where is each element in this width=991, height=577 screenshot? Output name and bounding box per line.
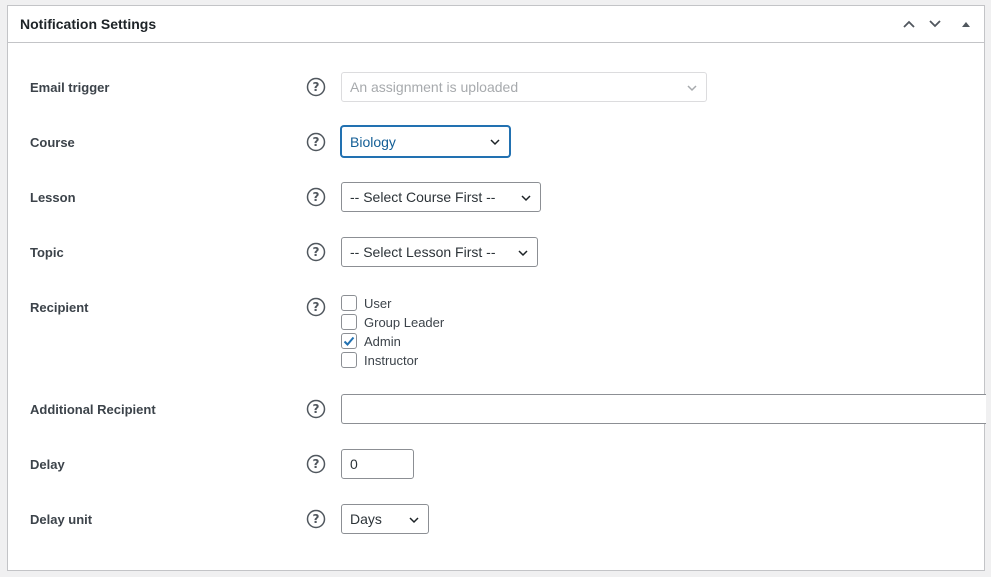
delay-unit-label: Delay unit	[30, 512, 93, 527]
question-circle-icon: ?	[306, 187, 326, 207]
checkbox[interactable]	[341, 333, 357, 349]
lesson-select[interactable]: -- Select Course First --	[341, 182, 541, 212]
email-trigger-row: Email trigger ? An assignment is uploade…	[8, 72, 984, 102]
delay-input[interactable]: 0	[341, 449, 414, 479]
recipient-row: Recipient ? User Group Leader Admin Inst…	[8, 292, 984, 372]
lesson-row: Lesson ? -- Select Course First --	[8, 182, 984, 212]
additional-recipient-row: Additional Recipient ?	[8, 394, 986, 424]
help-icon[interactable]: ?	[306, 509, 326, 529]
topic-value: -- Select Lesson First --	[350, 244, 496, 260]
delay-unit-select[interactable]: Days	[341, 504, 429, 534]
question-circle-icon: ?	[306, 509, 326, 529]
svg-text:?: ?	[313, 80, 320, 94]
checkmark-icon	[343, 336, 355, 346]
svg-text:?: ?	[313, 190, 320, 204]
panel-header: Notification Settings	[8, 6, 984, 43]
question-circle-icon: ?	[306, 132, 326, 152]
help-icon[interactable]: ?	[306, 187, 326, 207]
recipient-option-label: Admin	[364, 333, 401, 349]
recipient-option-admin[interactable]: Admin	[341, 332, 401, 350]
panel-title: Notification Settings	[20, 16, 157, 32]
recipient-option-label: User	[364, 295, 392, 311]
additional-recipient-label: Additional Recipient	[30, 402, 156, 417]
lesson-value: -- Select Course First --	[350, 189, 496, 205]
email-trigger-value: An assignment is uploaded	[350, 79, 519, 95]
chevron-down-icon	[518, 250, 528, 257]
toggle-panel-button[interactable]	[955, 13, 977, 35]
help-icon[interactable]: ?	[306, 77, 326, 97]
topic-label: Topic	[30, 245, 64, 260]
checkbox[interactable]	[341, 314, 357, 330]
move-up-button[interactable]	[898, 13, 920, 35]
chevron-down-icon	[521, 195, 531, 202]
help-icon[interactable]: ?	[306, 454, 326, 474]
email-trigger-label: Email trigger	[30, 80, 110, 95]
help-icon[interactable]: ?	[306, 399, 326, 419]
recipient-option-instructor[interactable]: Instructor	[341, 351, 418, 369]
delay-unit-row: Delay unit ? Days	[8, 504, 984, 534]
help-icon[interactable]: ?	[306, 297, 326, 317]
course-value: Biology	[350, 133, 396, 150]
question-circle-icon: ?	[306, 399, 326, 419]
delay-row: Delay ? 0	[8, 449, 984, 479]
notification-settings-panel: Notification Settings Email trigger ? An…	[7, 5, 986, 571]
delay-unit-value: Days	[350, 511, 382, 527]
checkbox[interactable]	[341, 295, 357, 311]
caret-up-icon	[962, 22, 970, 27]
lesson-label: Lesson	[30, 190, 76, 205]
svg-text:?: ?	[313, 512, 320, 526]
question-circle-icon: ?	[306, 454, 326, 474]
svg-text:?: ?	[313, 402, 320, 416]
move-down-button[interactable]	[924, 13, 946, 35]
question-circle-icon: ?	[306, 242, 326, 262]
chevron-down-icon	[490, 139, 500, 146]
help-icon[interactable]: ?	[306, 132, 326, 152]
course-label: Course	[30, 135, 75, 150]
question-circle-icon: ?	[306, 77, 326, 97]
email-trigger-select[interactable]: An assignment is uploaded	[341, 72, 707, 102]
svg-text:?: ?	[313, 300, 320, 314]
chevron-down-icon	[929, 20, 941, 28]
delay-label: Delay	[30, 457, 65, 472]
course-select[interactable]: Biology	[341, 126, 510, 157]
svg-text:?: ?	[313, 135, 320, 149]
chevron-down-icon	[409, 517, 419, 524]
topic-row: Topic ? -- Select Lesson First --	[8, 237, 984, 267]
course-row: Course ? Biology	[8, 126, 984, 158]
svg-text:?: ?	[313, 457, 320, 471]
help-icon[interactable]: ?	[306, 242, 326, 262]
recipient-option-label: Group Leader	[364, 314, 445, 330]
svg-text:?: ?	[313, 245, 320, 259]
chevron-up-icon	[903, 20, 915, 28]
recipient-option-group-leader[interactable]: Group Leader	[341, 313, 444, 331]
topic-select[interactable]: -- Select Lesson First --	[341, 237, 538, 267]
chevron-down-icon	[687, 85, 697, 92]
recipient-option-label: Instructor	[364, 352, 419, 368]
question-circle-icon: ?	[306, 297, 326, 317]
delay-value: 0	[350, 456, 358, 472]
recipient-label: Recipient	[30, 300, 89, 315]
checkbox[interactable]	[341, 352, 357, 368]
recipient-option-user[interactable]: User	[341, 294, 391, 312]
additional-recipient-input[interactable]	[341, 394, 986, 424]
